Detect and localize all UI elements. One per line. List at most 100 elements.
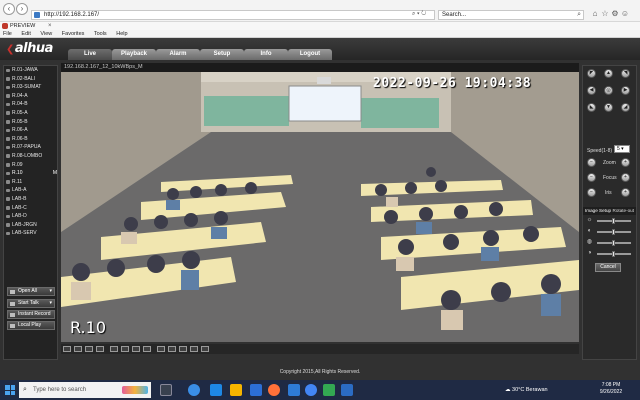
favorites-star-icon[interactable]: ☆ bbox=[600, 9, 610, 18]
channel-item[interactable]: R.07-PAPUA bbox=[4, 143, 59, 152]
layout-13-icon[interactable] bbox=[121, 346, 129, 352]
speed-select[interactable]: 5 ▾ bbox=[614, 145, 630, 153]
edge-icon[interactable] bbox=[188, 384, 200, 396]
channel-item[interactable]: R.05-B bbox=[4, 118, 59, 127]
channel-item[interactable]: LAB-D bbox=[4, 212, 59, 221]
channel-item[interactable]: R.06-B bbox=[4, 135, 59, 144]
ptz-up-icon[interactable]: ▲ bbox=[604, 69, 613, 78]
channel-item[interactable]: R.10 M bbox=[4, 169, 59, 178]
ptz-down-left-icon[interactable]: ◣ bbox=[587, 103, 596, 112]
menu-favorites[interactable]: Favorites bbox=[62, 31, 85, 37]
camera-video-feed[interactable]: 2022-09-26 19:04:38 R.10 bbox=[61, 72, 579, 342]
ptz-3d-position-icon[interactable]: ◎ bbox=[604, 86, 613, 95]
settings-gear-icon[interactable]: ⚙ bbox=[610, 9, 620, 18]
ptz-right-icon[interactable]: ▶ bbox=[621, 86, 630, 95]
channel-item[interactable]: LAB-JRGN bbox=[4, 221, 59, 230]
menu-tools[interactable]: Tools bbox=[94, 31, 107, 37]
mail-icon[interactable] bbox=[250, 384, 262, 396]
search-icon[interactable]: ⌕ bbox=[577, 11, 581, 19]
home-icon[interactable]: ⌂ bbox=[590, 9, 600, 18]
task-view-icon[interactable] bbox=[160, 384, 172, 396]
layout-36-icon[interactable] bbox=[143, 346, 151, 352]
taskbar-clock[interactable]: 7:08 PM 9/26/2022 bbox=[596, 382, 626, 396]
record-toggle-icon[interactable] bbox=[179, 346, 187, 352]
audio-icon[interactable] bbox=[201, 346, 209, 352]
address-bar[interactable]: http://192.168.2.167/ bbox=[31, 10, 435, 20]
start-talk-button[interactable]: Start Talk ▾ bbox=[7, 299, 55, 308]
saturation-slider[interactable] bbox=[597, 240, 631, 246]
layout-1-icon[interactable] bbox=[63, 346, 71, 352]
zoom-out-icon[interactable]: − bbox=[587, 158, 596, 167]
layout-8-icon[interactable] bbox=[110, 346, 118, 352]
rotate-out-label[interactable]: Rotate-out bbox=[613, 207, 634, 215]
ptz-left-icon[interactable]: ◀ bbox=[587, 86, 596, 95]
browser-tab[interactable]: PREVIEW × bbox=[0, 22, 640, 30]
channel-item[interactable]: R.09 bbox=[4, 161, 59, 170]
zoom-app-icon[interactable] bbox=[341, 384, 353, 396]
chevron-down-icon[interactable]: ▾ bbox=[49, 300, 52, 307]
file-explorer-icon[interactable] bbox=[230, 384, 242, 396]
image-setup-label[interactable]: Image Setup bbox=[585, 208, 611, 213]
tab-logout[interactable]: Logout bbox=[288, 49, 332, 60]
channel-item[interactable]: R.05-A bbox=[4, 109, 59, 118]
forward-icon[interactable]: › bbox=[16, 3, 28, 15]
tab-setup[interactable]: Setup bbox=[200, 49, 244, 60]
contrast-slider[interactable] bbox=[597, 229, 631, 235]
channel-item[interactable]: LAB-C bbox=[4, 204, 59, 213]
firefox-icon[interactable] bbox=[268, 384, 280, 396]
menu-file[interactable]: File bbox=[3, 31, 12, 37]
zoom-icon[interactable] bbox=[190, 346, 198, 352]
tab-info[interactable]: Info bbox=[244, 49, 288, 60]
fullscreen-icon[interactable] bbox=[157, 346, 165, 352]
cancel-button[interactable]: Cancel bbox=[595, 263, 621, 272]
open-all-button[interactable]: Open All ▾ bbox=[7, 287, 55, 296]
instant-record-button[interactable]: Instant Record bbox=[7, 310, 55, 319]
channel-item[interactable]: R.08-LOMBO bbox=[4, 152, 59, 161]
layout-16-icon[interactable] bbox=[96, 346, 104, 352]
search-highlight-icon[interactable] bbox=[122, 386, 148, 394]
internet-explorer-icon[interactable] bbox=[288, 384, 300, 396]
hue-slider[interactable] bbox=[597, 251, 631, 257]
channel-item[interactable]: R.02-BALI bbox=[4, 75, 59, 84]
ptz-up-right-icon[interactable]: ◥ bbox=[621, 69, 630, 78]
windows-start-icon[interactable] bbox=[5, 385, 15, 395]
iris-minus-icon[interactable]: − bbox=[587, 188, 596, 197]
channel-list[interactable]: R.01-JAWA R.02-BALI R.03-SUMAT R.04-A R.04-B… bbox=[4, 66, 59, 281]
menu-help[interactable]: Help bbox=[116, 31, 127, 37]
address-bar-tools[interactable]: ⌕ ▾ ↻ bbox=[412, 10, 434, 20]
ptz-down-icon[interactable]: ▼ bbox=[604, 103, 613, 112]
channel-item[interactable]: LAB-B bbox=[4, 195, 59, 204]
layout-25-icon[interactable] bbox=[132, 346, 140, 352]
channel-item[interactable]: R.01-JAWA bbox=[4, 66, 59, 75]
store-icon[interactable] bbox=[210, 384, 222, 396]
weather-widget[interactable]: ☁ 30°C Berawan bbox=[505, 384, 548, 396]
chevron-down-icon[interactable]: ▾ bbox=[49, 288, 52, 295]
channel-item[interactable]: R.11 bbox=[4, 178, 59, 187]
browser-search-field[interactable]: Search... ⌕ bbox=[438, 10, 584, 20]
layout-4-icon[interactable] bbox=[74, 346, 82, 352]
focus-minus-icon[interactable]: − bbox=[587, 173, 596, 182]
snapshot-icon[interactable] bbox=[168, 346, 176, 352]
channel-item[interactable]: LAB-A bbox=[4, 186, 59, 195]
focus-plus-icon[interactable]: + bbox=[621, 173, 630, 182]
iris-plus-icon[interactable]: + bbox=[621, 188, 630, 197]
smiley-icon[interactable]: ☺ bbox=[620, 9, 630, 18]
channel-item[interactable]: LAB-SERV bbox=[4, 229, 59, 238]
back-icon[interactable]: ‹ bbox=[3, 3, 15, 15]
channel-item[interactable]: R.04-A bbox=[4, 92, 59, 101]
channel-item[interactable]: R.03-SUMAT bbox=[4, 83, 59, 92]
ptz-up-left-icon[interactable]: ◤ bbox=[587, 69, 596, 78]
zoom-in-icon[interactable]: + bbox=[621, 158, 630, 167]
brightness-slider[interactable] bbox=[597, 218, 631, 224]
menu-edit[interactable]: Edit bbox=[21, 31, 30, 37]
layout-9-icon[interactable] bbox=[85, 346, 93, 352]
menu-view[interactable]: View bbox=[40, 31, 52, 37]
tab-alarm[interactable]: Alarm bbox=[156, 49, 200, 60]
app-icon[interactable] bbox=[323, 384, 335, 396]
chrome-icon[interactable] bbox=[305, 384, 317, 396]
local-play-button[interactable]: Local Play bbox=[7, 321, 55, 330]
tab-close-icon[interactable]: × bbox=[48, 22, 52, 30]
tab-playback[interactable]: Playback bbox=[112, 49, 156, 60]
ptz-down-right-icon[interactable]: ◢ bbox=[621, 103, 630, 112]
taskbar-search[interactable]: ⌕ Type here to search bbox=[19, 382, 151, 398]
